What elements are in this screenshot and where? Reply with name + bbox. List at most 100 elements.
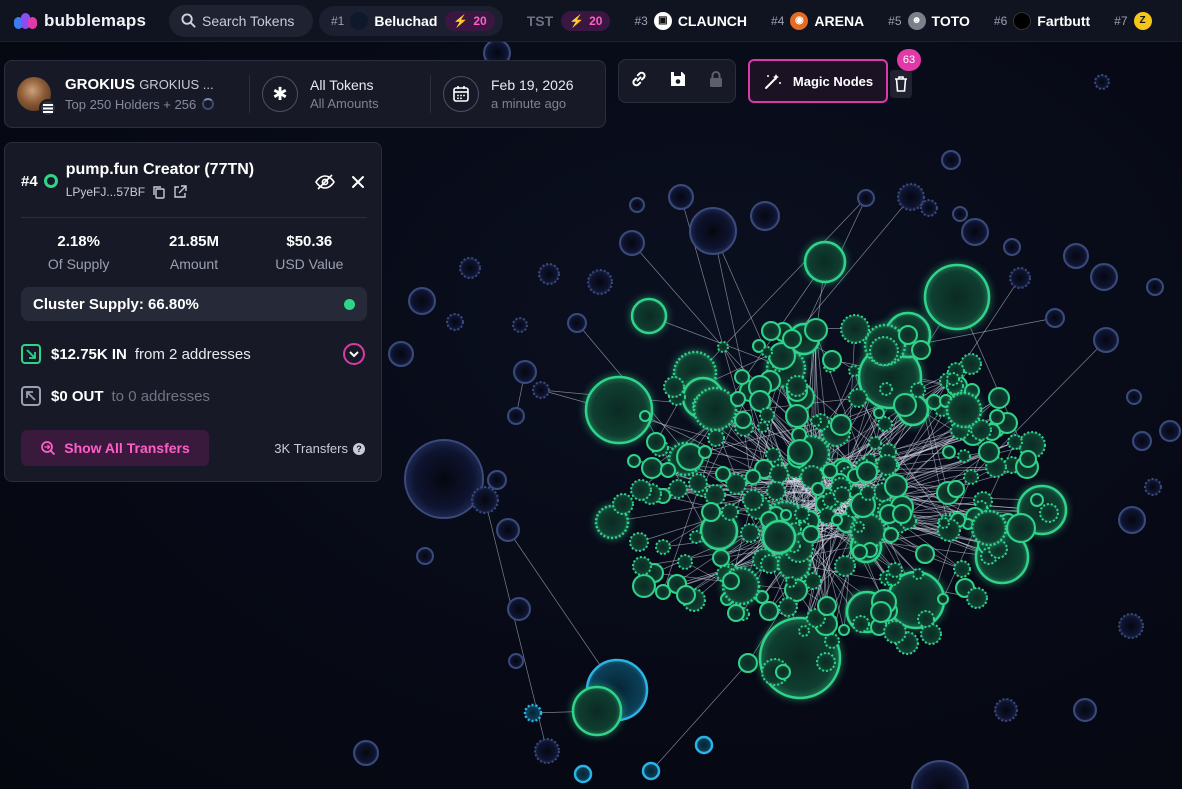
holder-bubble[interactable] [961,218,989,246]
holder-bubble[interactable] [717,341,729,353]
holder-bubble[interactable] [353,740,379,766]
holder-bubble[interactable] [668,184,694,210]
holder-bubble[interactable] [989,409,1005,425]
cluster-supply-row[interactable]: Cluster Supply: 66.80% [21,287,367,321]
holder-bubble[interactable] [676,585,696,605]
holder-bubble[interactable] [632,574,656,598]
holder-bubble[interactable] [1118,613,1144,639]
holder-bubble[interactable] [887,562,903,578]
holder-bubble[interactable] [883,527,899,543]
holder-bubble[interactable] [830,414,852,436]
holder-bubble[interactable] [910,382,926,398]
holder-bubble[interactable] [817,596,837,616]
holder-bubble[interactable] [898,325,918,345]
holder-bubble[interactable] [712,549,730,567]
holder-bubble[interactable] [459,257,481,279]
holder-bubble[interactable] [761,321,781,341]
holder-bubble[interactable] [822,350,842,370]
holder-bubble[interactable] [1159,420,1181,442]
holder-bubble[interactable] [816,652,836,672]
holder-bubble[interactable] [761,346,773,358]
ticker-item-6[interactable]: #6 Fartbutt [994,11,1090,30]
holder-bubble[interactable] [1073,698,1097,722]
holder-bubble[interactable] [629,197,645,213]
holder-bubble[interactable] [715,466,731,482]
holder-bubble[interactable] [1045,308,1065,328]
ticker-item-5[interactable]: #5 ☻ TOTO [888,11,970,30]
holder-bubble[interactable] [532,381,550,399]
holder-bubble[interactable] [742,489,764,511]
calendar-icon[interactable] [443,76,479,112]
holder-bubble[interactable] [689,530,703,544]
holder-bubble[interactable] [701,502,721,522]
holder-bubble[interactable] [523,703,543,723]
holder-bubble[interactable] [804,572,822,590]
holder-bubble[interactable] [938,517,950,529]
holder-bubble[interactable] [833,486,851,504]
holder-bubble[interactable] [920,623,942,645]
holder-bubble[interactable] [798,625,810,637]
holder-bubble[interactable] [740,523,760,543]
holder-bubble[interactable] [1007,434,1023,450]
holder-bubble[interactable] [883,620,907,644]
holder-bubble[interactable] [810,415,822,427]
holder-bubble[interactable] [884,474,908,498]
holder-bubble[interactable] [1093,327,1119,353]
show-all-transfers-button[interactable]: Show All Transfers [21,430,209,466]
holder-bubble[interactable] [856,461,878,483]
holder-bubble[interactable] [722,572,740,590]
holder-bubble[interactable] [567,313,587,333]
holder-bubble[interactable] [721,503,739,521]
holder-bubble[interactable] [848,388,868,408]
holder-bubble[interactable] [988,387,1010,409]
ticker-item-1[interactable]: #1 Beluchad ⚡ 20 [319,5,503,36]
holder-bubble[interactable] [947,480,965,498]
holder-bubble[interactable] [1039,503,1059,523]
holder-bubble[interactable] [692,386,738,432]
holder-bubble[interactable] [766,481,786,501]
holder-bubble[interactable] [755,590,769,604]
holder-bubble[interactable] [677,554,693,570]
holder-bubble[interactable] [538,263,560,285]
holder-bubble[interactable] [1019,450,1037,468]
holder-bubble[interactable] [794,506,810,522]
close-icon[interactable] [351,175,365,194]
ticker-item-3[interactable]: #3 ▣ CLAUNCH [634,11,747,30]
save-icon[interactable] [669,70,687,93]
holder-bubble[interactable] [1126,389,1142,405]
holder-bubble[interactable] [388,341,414,367]
holder-bubble[interactable] [782,329,802,349]
inflow-row[interactable]: $12.75K IN from 2 addresses [21,344,251,364]
holder-bubble[interactable] [487,470,507,490]
holder-bubble[interactable] [660,462,676,478]
holder-bubble[interactable] [446,313,464,331]
copy-icon[interactable] [152,185,166,199]
holder-bubble[interactable] [404,439,484,519]
holder-bubble[interactable] [957,449,971,463]
holder-bubble[interactable] [1094,74,1110,90]
holder-bubble[interactable] [778,597,798,617]
holder-bubble[interactable] [787,439,813,465]
holder-bubble[interactable] [641,457,663,479]
holder-bubble[interactable] [704,484,726,506]
help-icon[interactable]: ? [353,442,365,455]
holder-bubble[interactable] [584,375,654,445]
holder-bubble[interactable] [838,624,850,636]
holder-bubble[interactable] [852,544,868,560]
holder-bubble[interactable] [920,199,938,217]
lock-icon[interactable] [707,70,725,93]
holder-bubble[interactable] [663,376,685,398]
holder-bubble[interactable] [1063,243,1089,269]
holder-bubble[interactable] [873,407,885,419]
holder-bubble[interactable] [1132,431,1152,451]
holder-bubble[interactable] [769,464,789,484]
holder-bubble[interactable] [831,514,843,526]
holder-bubble[interactable] [945,391,983,429]
holder-bubble[interactable] [1003,238,1021,256]
holder-bubble[interactable] [848,365,860,377]
holder-bubble[interactable] [759,601,779,621]
holder-bubble[interactable] [1030,493,1044,507]
holder-bubble[interactable] [1144,478,1162,496]
holder-bubble[interactable] [688,473,708,493]
trash-icon[interactable] [890,70,912,98]
